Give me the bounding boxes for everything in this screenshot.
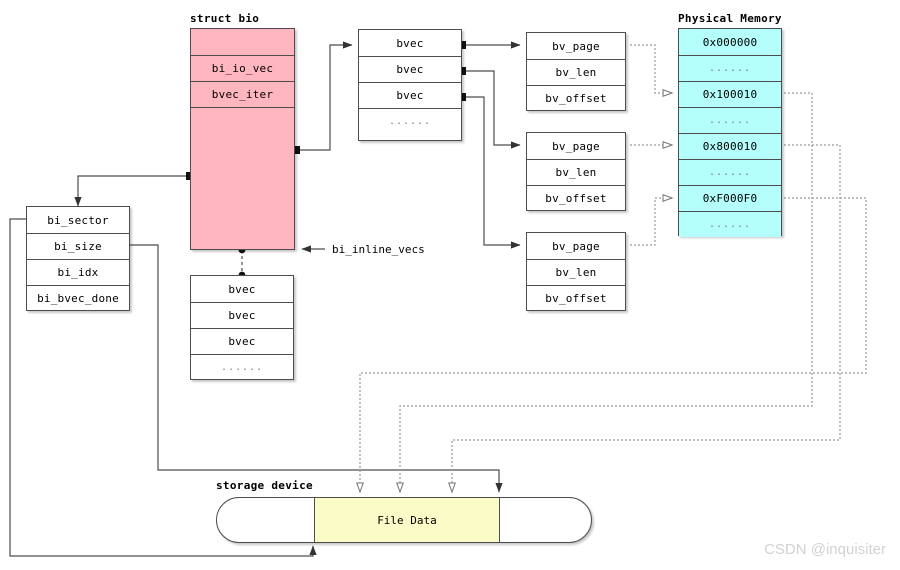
bvec-array-main: bvec bvec bvec ...... <box>358 29 462 141</box>
field-bv-page: bv_page <box>552 39 600 53</box>
field-bv-page: bv_page <box>552 239 600 253</box>
bvec-row: bvec <box>191 302 293 328</box>
field-bi-sector: bi_sector <box>47 213 109 227</box>
bvec-row: bvec <box>396 36 424 50</box>
bio-padding-bottom <box>191 107 294 133</box>
struct-bio-box: bi_io_vec bvec_iter <box>190 28 295 250</box>
bio-field-bvec-iter: bvec_iter <box>191 81 294 107</box>
bvec-row: bvec <box>228 282 256 296</box>
memory-row-ellipsis: ...... <box>679 107 781 133</box>
bvec-row: bvec <box>359 82 461 108</box>
bvec-iter-fields-box: bi_sector bi_size bi_idx bi_bvec_done <box>26 206 130 311</box>
memory-address-row: 0xF000F0 <box>679 185 781 211</box>
file-data-region: File Data <box>314 497 500 543</box>
memory-row-ellipsis: ...... <box>679 55 781 81</box>
bio-vec-struct: bv_page bv_len bv_offset <box>526 132 626 211</box>
diagram-canvas: struct bio bi_io_vec bvec_iter bi_inline… <box>0 0 900 570</box>
field-bv-len: bv_len <box>527 159 625 185</box>
bvec-row: bvec <box>191 328 293 354</box>
field-bv-offset: bv_offset <box>527 185 625 211</box>
bvec-row: bvec <box>359 56 461 82</box>
field-bv-offset: bv_offset <box>527 285 625 311</box>
field-bv-page: bv_page <box>552 139 600 153</box>
memory-address-row: 0x800010 <box>679 133 781 159</box>
memory-row-ellipsis: ...... <box>679 211 781 237</box>
bio-field-bi-io-vec: bi_io_vec <box>191 55 294 81</box>
bio-padding-top <box>191 29 294 55</box>
bvec-row-ellipsis: ...... <box>191 354 293 380</box>
memory-address-row: 0x100010 <box>679 81 781 107</box>
physical-memory-title: Physical Memory <box>678 12 782 25</box>
field-bi-size: bi_size <box>27 233 129 259</box>
field-bi-idx: bi_idx <box>27 259 129 285</box>
watermark: CSDN @inquisiter <box>764 541 886 558</box>
memory-row-ellipsis: ...... <box>679 159 781 185</box>
bi-inline-vecs-label: bi_inline_vecs <box>332 243 425 256</box>
memory-address-row: 0x000000 <box>679 29 781 55</box>
field-bv-offset: bv_offset <box>527 85 625 111</box>
struct-bio-title: struct bio <box>190 12 260 25</box>
field-bv-len: bv_len <box>527 59 625 85</box>
bio-vec-struct: bv_page bv_len bv_offset <box>526 232 626 311</box>
bvec-row-ellipsis: ...... <box>359 108 461 134</box>
bvec-array-inline: bvec bvec bvec ...... <box>190 275 294 380</box>
field-bi-bvec-done: bi_bvec_done <box>27 285 129 311</box>
storage-device-title: storage device <box>216 479 313 492</box>
field-bv-len: bv_len <box>527 259 625 285</box>
physical-memory-box: 0x000000 ...... 0x100010 ...... 0x800010… <box>678 28 782 237</box>
bio-vec-struct: bv_page bv_len bv_offset <box>526 32 626 111</box>
